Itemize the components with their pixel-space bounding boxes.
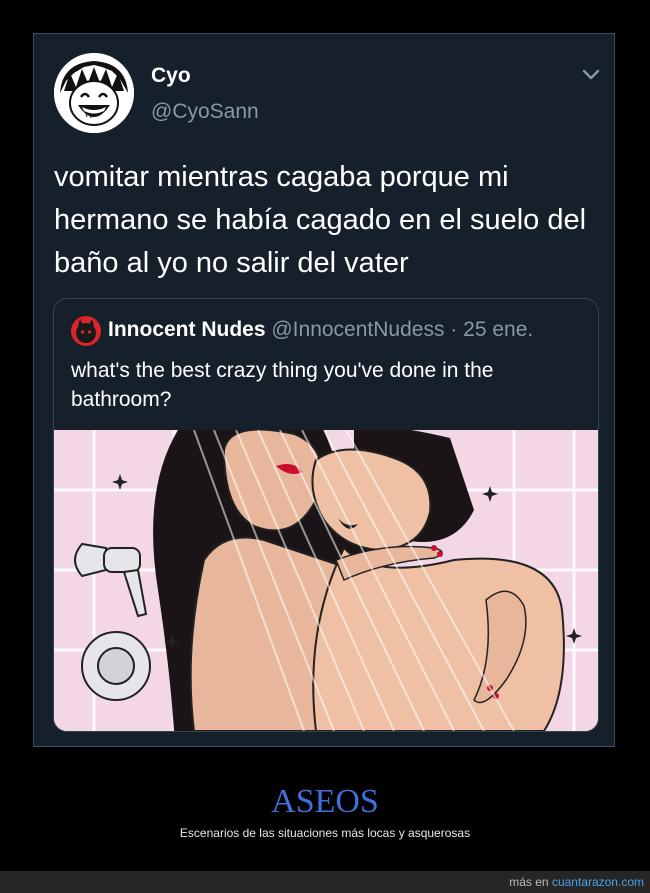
caption-subtitle: Escenarios de las situaciones más locas … [179, 826, 471, 840]
quoted-author-handle[interactable]: @InnocentNudess [271, 318, 444, 341]
footer-prefix: más en [509, 875, 549, 889]
chevron-down-icon[interactable] [580, 64, 602, 86]
quoted-date[interactable]: 25 ene. [463, 318, 533, 341]
quoted-text: what's the best crazy thing you've done … [71, 359, 494, 411]
quoted-image[interactable] [54, 426, 598, 731]
quoted-separator: · [450, 318, 458, 341]
footer-text: más en cuantarazon.com [509, 875, 644, 889]
quoted-author-avatar[interactable] [71, 316, 101, 346]
author-avatar[interactable] [54, 53, 134, 133]
tweet-card[interactable]: Cyo @CyoSann vomitar mientras cagaba por… [33, 33, 615, 747]
quoted-header: Innocent Nudes @InnocentNudess · 25 ene. [108, 318, 533, 342]
footer-site-link[interactable]: cuantarazon.com [552, 875, 644, 889]
caption-title: ASEOS [271, 783, 379, 820]
footer-bar: más en cuantarazon.com [0, 871, 650, 893]
quoted-author-name[interactable]: Innocent Nudes [108, 318, 266, 341]
author-handle[interactable]: @CyoSann [151, 100, 259, 124]
quoted-tweet[interactable]: Innocent Nudes @InnocentNudess · 25 ene.… [53, 298, 599, 732]
author-name[interactable]: Cyo [151, 64, 191, 88]
tweet-text: vomitar mientras cagaba porque mi herman… [54, 161, 587, 279]
